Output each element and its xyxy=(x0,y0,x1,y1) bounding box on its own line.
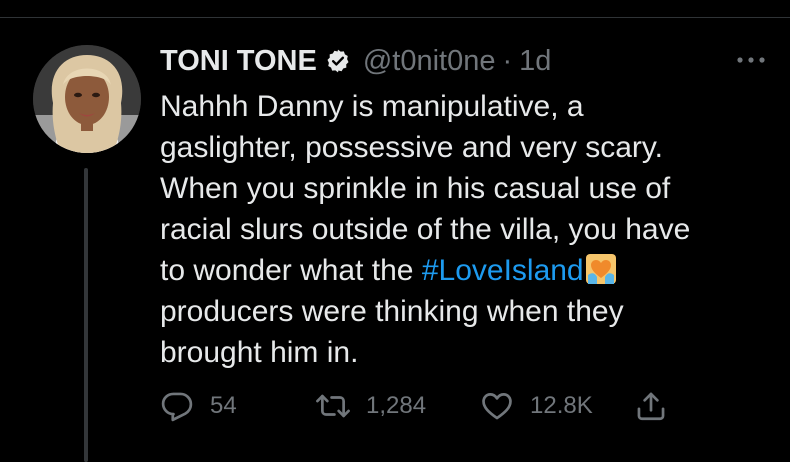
top-divider xyxy=(0,17,790,18)
more-options-icon[interactable] xyxy=(733,48,769,72)
verified-badge-icon xyxy=(325,48,351,74)
retweet-icon xyxy=(314,389,352,423)
retweet-count: 1,284 xyxy=(366,392,427,419)
share-icon xyxy=(634,389,668,423)
handle[interactable]: @t0nit0ne xyxy=(363,45,496,78)
reply-icon xyxy=(160,389,194,423)
display-name[interactable]: TONI TONE xyxy=(160,45,317,78)
tweet-text-line: producers were thinking when they xyxy=(160,295,624,328)
profile-photo xyxy=(33,45,141,153)
like-button[interactable]: 12.8K xyxy=(480,386,593,426)
tweet-text-line: When you sprinkle in his casual use of xyxy=(160,172,671,205)
like-count: 12.8K xyxy=(530,392,593,419)
tweet-header: TONI TONE @t0nit0ne · 1d xyxy=(160,42,551,80)
tweet-text-line: brought him in. xyxy=(160,336,359,369)
retweet-button[interactable]: 1,284 xyxy=(314,386,426,426)
heart-hands-emoji-icon xyxy=(585,253,617,285)
avatar[interactable] xyxy=(33,45,141,153)
reply-button[interactable]: 54 xyxy=(160,386,237,426)
heart-icon xyxy=(480,389,514,423)
timestamp[interactable]: 1d xyxy=(519,45,551,78)
reply-count: 54 xyxy=(210,392,237,419)
thread-line xyxy=(84,168,88,462)
separator-dot: · xyxy=(502,44,513,77)
tweet-text-line: gaslighter, possessive and very scary. xyxy=(160,131,664,164)
tweet-text-line: racial slurs outside of the villa, you h… xyxy=(160,213,691,246)
share-button[interactable] xyxy=(634,386,668,426)
tweet-text-line-with-hashtag: to wonder what the #LoveIsland xyxy=(160,250,770,291)
tweet-text: Nahhh Danny is manipulative, a gaslighte… xyxy=(160,86,770,373)
tweet-text-segment: to wonder what the xyxy=(160,254,422,287)
tweet-text-line: Nahhh Danny is manipulative, a xyxy=(160,90,584,123)
hashtag-link[interactable]: #LoveIsland xyxy=(422,254,584,287)
